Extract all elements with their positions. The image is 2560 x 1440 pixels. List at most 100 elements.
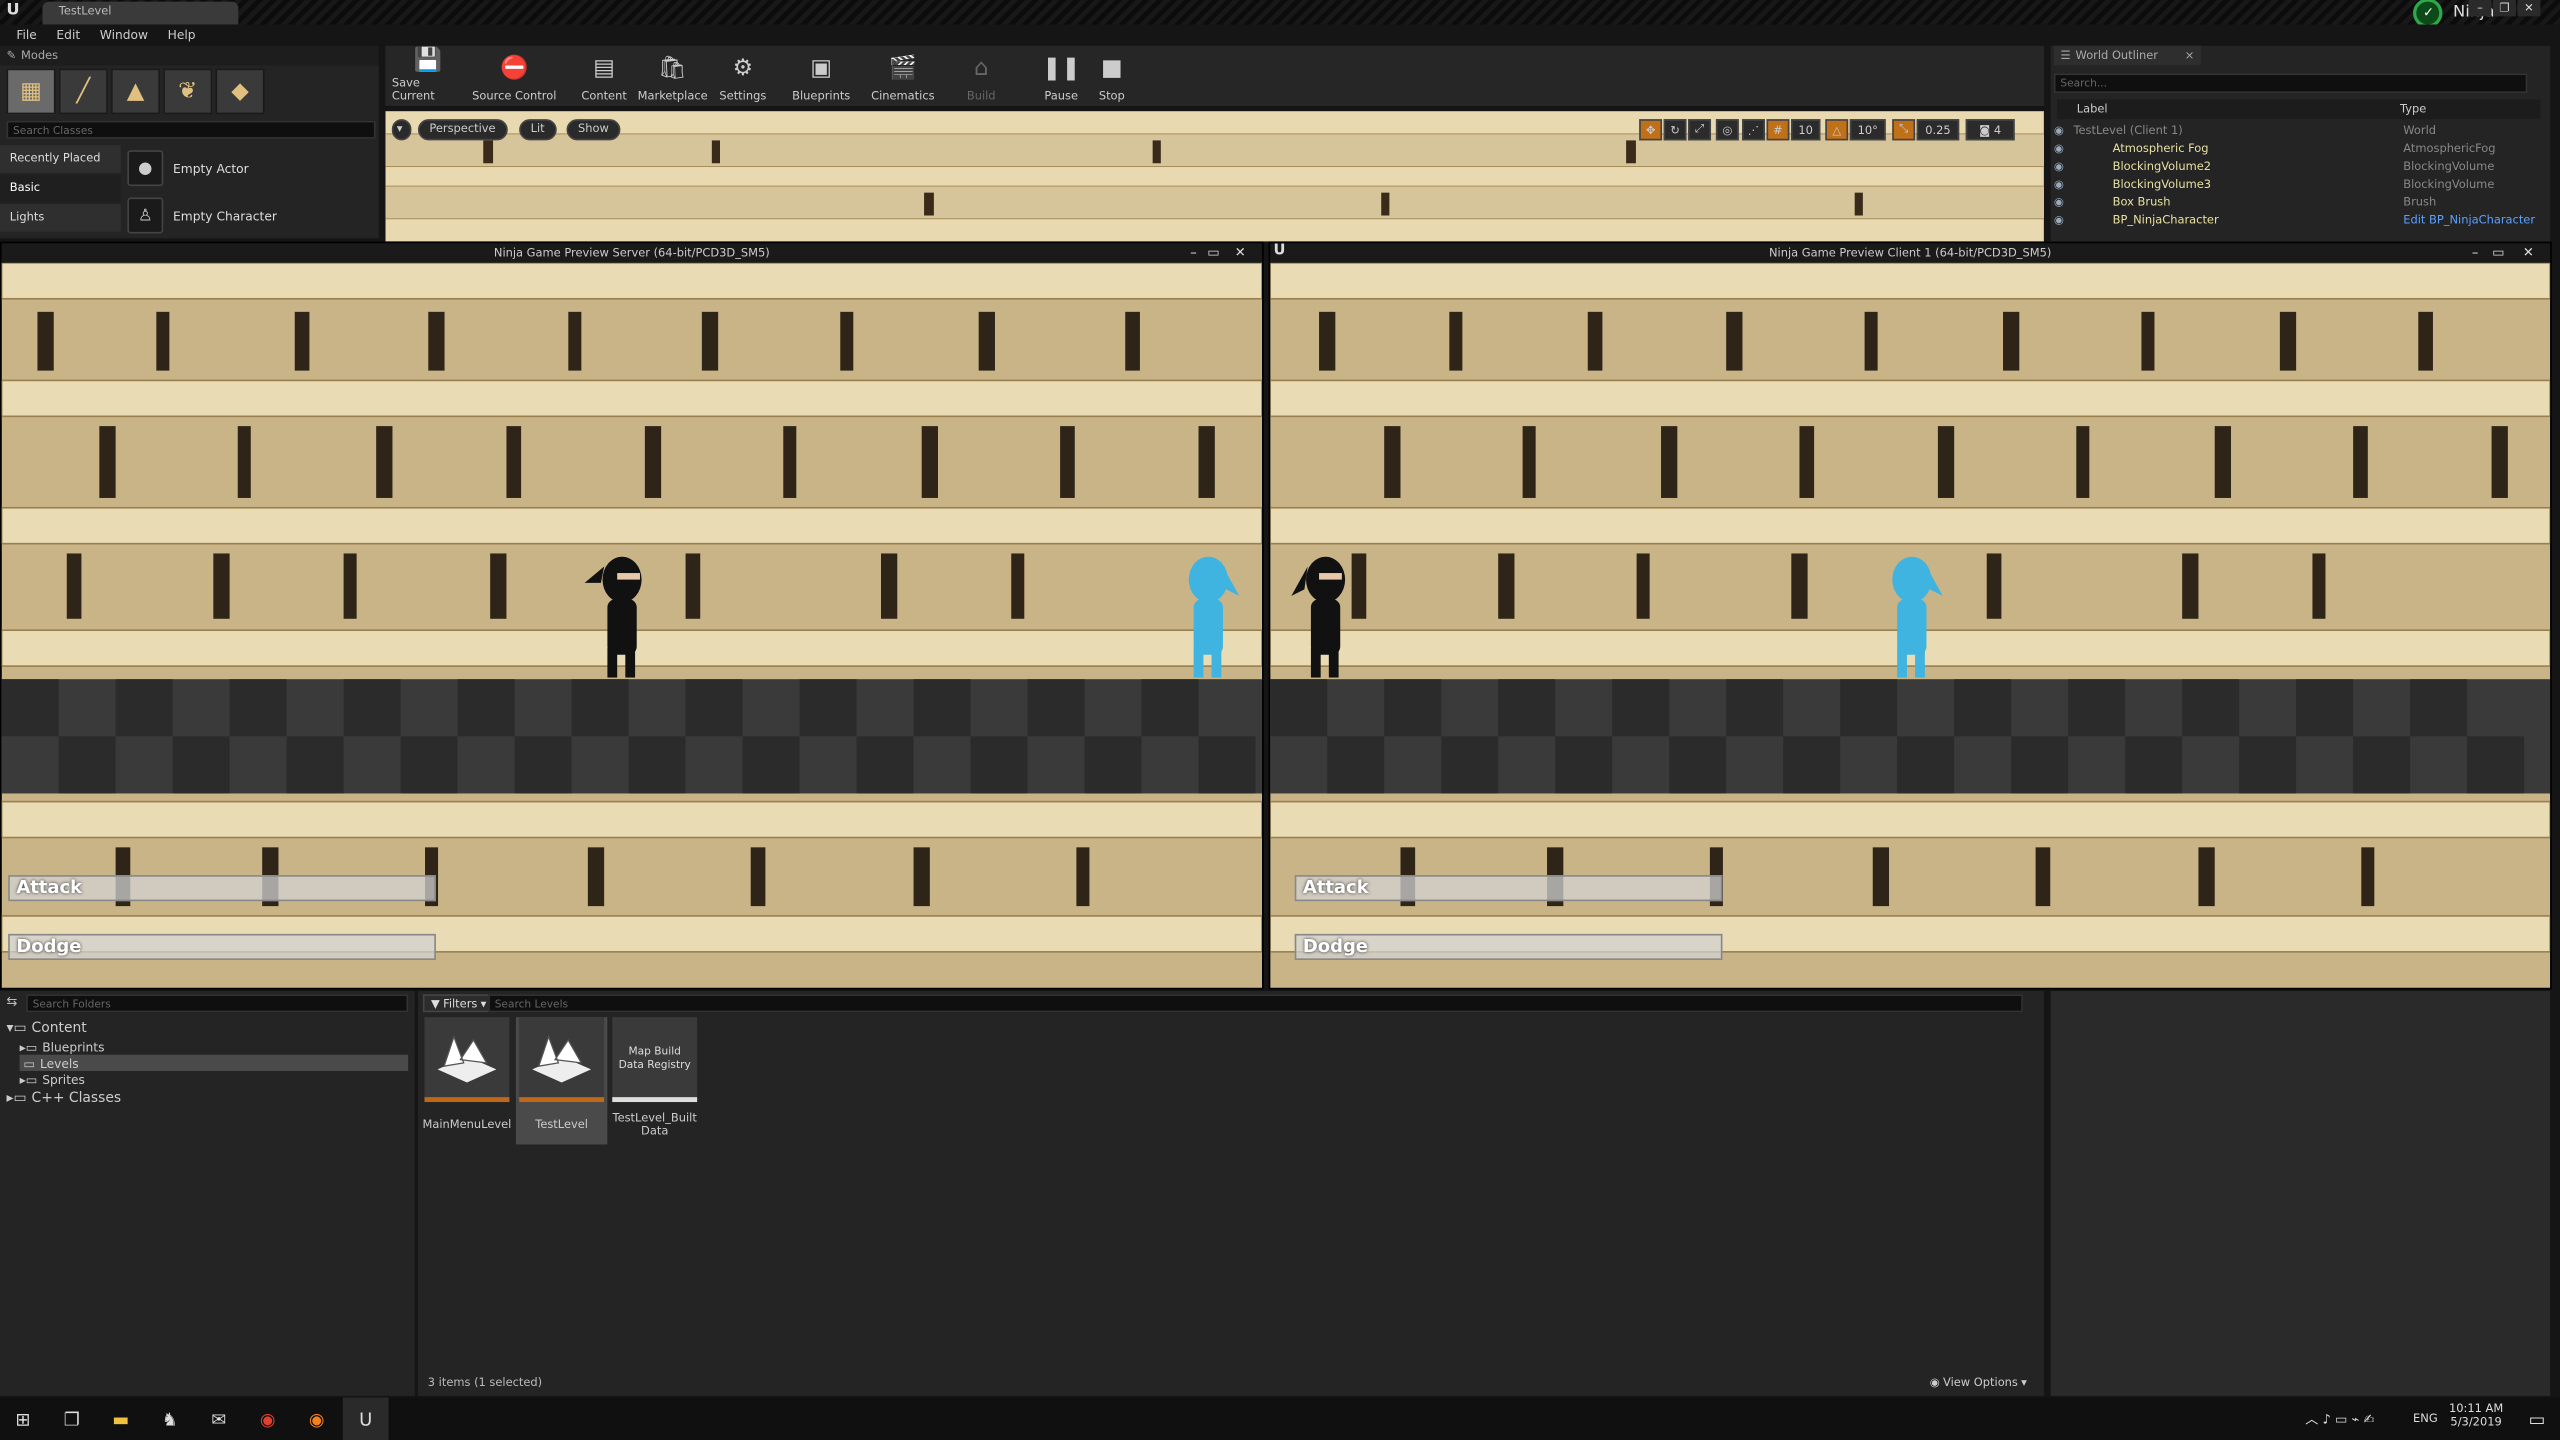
file-explorer-icon[interactable]: ▬ <box>98 1398 144 1440</box>
dodge-button[interactable]: Dodge <box>8 933 436 960</box>
translate-icon[interactable]: ✥ <box>1639 119 1663 141</box>
modes-tab[interactable]: ✎ Modes <box>0 45 379 66</box>
cinematics-button[interactable]: 🎬 Cinematics <box>870 47 935 106</box>
attack-button[interactable]: Attack <box>8 875 436 902</box>
eye-icon[interactable]: ◉ <box>2054 123 2074 136</box>
search-classes-input[interactable]: Search Classes <box>6 120 376 139</box>
notifications-icon[interactable]: ▭ <box>2514 1398 2560 1440</box>
grid-snap-value[interactable]: 10 <box>1791 119 1821 141</box>
col-label[interactable]: Label <box>2057 103 2400 116</box>
perspective-button[interactable]: Perspective <box>417 119 508 141</box>
landscape-mode-icon[interactable]: ▲ <box>111 68 160 115</box>
asset-test-level[interactable]: TestLevel <box>515 1017 608 1145</box>
rotation-snap-value[interactable]: 10° <box>1849 119 1886 141</box>
show-button[interactable]: Show <box>566 119 621 141</box>
menu-help[interactable]: Help <box>158 24 206 45</box>
close-tab-icon[interactable]: × <box>2185 49 2195 62</box>
placed-item-empty-character[interactable]: ♙ Empty Character <box>124 194 379 236</box>
lit-button[interactable]: Lit <box>519 119 557 141</box>
maximize-icon[interactable]: ▭ <box>1207 245 1219 261</box>
tree-item-levels[interactable]: ▭ Levels <box>19 1054 409 1072</box>
outliner-row[interactable]: ◉ BlockingVolume3 BlockingVolume <box>2054 175 2541 193</box>
category-lights[interactable]: Lights <box>0 204 121 232</box>
dodge-button[interactable]: Dodge <box>1294 933 1723 960</box>
save-current-button[interactable]: 💾 Save Current <box>392 47 464 106</box>
clock[interactable]: 10:11 AM 5/3/2019 <box>2449 1402 2503 1428</box>
blueprints-button[interactable]: ▣ Blueprints <box>790 47 852 106</box>
scale-snap-icon[interactable]: ⤡ <box>1892 119 1916 141</box>
server-preview-window[interactable]: Ninja Game Preview Server (64-bit/PCD3D_… <box>0 241 1264 990</box>
outliner-row[interactable]: ◉ Box Brush Brush <box>2054 193 2541 211</box>
paint-mode-icon[interactable]: ╱ <box>58 68 108 115</box>
menu-file[interactable]: File <box>7 24 47 45</box>
tree-item-blueprints[interactable]: ▸▭ Blueprints <box>20 1038 105 1054</box>
close-icon[interactable]: ✕ <box>1235 245 1246 261</box>
geometry-mode-icon[interactable]: ◆ <box>215 68 265 115</box>
eye-icon[interactable]: ◉ <box>2054 177 2074 190</box>
unreal-editor-icon[interactable]: U <box>342 1397 389 1440</box>
chrome-icon[interactable]: ◉ <box>245 1398 291 1440</box>
eye-icon[interactable]: ◉ <box>2054 195 2074 208</box>
tree-item-cpp-classes[interactable]: ▸▭ C++ Classes <box>7 1091 122 1107</box>
world-outliner-tab[interactable]: ☰ World Outliner × <box>2053 45 2201 66</box>
language-indicator[interactable]: ENG <box>2413 1412 2438 1425</box>
menu-edit[interactable]: Edit <box>47 24 90 45</box>
grid-snap-icon[interactable]: # <box>1766 119 1790 141</box>
outliner-row[interactable]: ◉ BlockingVolume2 BlockingVolume <box>2054 157 2541 175</box>
stop-button[interactable]: ■ Stop <box>1092 47 1131 106</box>
outliner-row[interactable]: ◉ Atmospheric Fog AtmosphericFog <box>2054 139 2541 157</box>
tree-item-sprites[interactable]: ▸▭ Sprites <box>20 1071 85 1087</box>
build-button[interactable]: ⌂ Build <box>960 47 1002 106</box>
mail-icon[interactable]: ✉ <box>196 1398 242 1440</box>
place-mode-icon[interactable]: ▦ <box>6 68 56 115</box>
outliner-row[interactable]: ◉ BP_NinjaCharacter Edit BP_NinjaCharacter <box>2054 211 2541 229</box>
search-levels-input[interactable]: Search Levels <box>488 994 2023 1013</box>
client-preview-window[interactable]: Ninja Game Preview Client 1 (64-bit/PCD3… <box>1268 241 2552 990</box>
eye-icon[interactable]: ◉ <box>2054 141 2074 154</box>
menu-window[interactable]: Window <box>90 24 158 45</box>
search-folders-input[interactable]: Search Folders <box>26 994 409 1013</box>
outliner-row[interactable]: ◉ TestLevel (Client 1) World <box>2054 121 2541 139</box>
attack-button[interactable]: Attack <box>1294 875 1723 902</box>
world-icon[interactable]: ◎ <box>1715 119 1739 141</box>
eye-icon[interactable]: ◉ <box>2054 213 2074 226</box>
close-icon[interactable]: ✕ <box>2523 245 2534 261</box>
category-basic[interactable]: Basic <box>0 174 121 203</box>
placed-item-empty-actor[interactable]: ● Empty Actor <box>124 147 379 189</box>
camera-speed-button[interactable]: ◙ 4 <box>1965 119 2015 141</box>
rotation-snap-icon[interactable]: △ <box>1825 119 1849 141</box>
marketplace-button[interactable]: 🛍 Marketplace <box>637 47 709 106</box>
surface-snap-icon[interactable]: ⋰ <box>1742 119 1765 141</box>
viewport-options-button[interactable]: ▾ <box>391 119 412 141</box>
view-options-button[interactable]: ◉ View Options ▾ <box>1930 1376 2027 1389</box>
document-tab[interactable]: TestLevel <box>42 1 239 25</box>
tree-item-content[interactable]: ▾▭ Content <box>7 1020 87 1036</box>
settings-button[interactable]: ⚙ Settings <box>717 47 769 106</box>
app-icon[interactable]: ♞ <box>147 1398 193 1440</box>
outliner-search-input[interactable]: Search... <box>2053 73 2528 94</box>
asset-test-level-built-data[interactable]: Map Build Data Registry TestLevel_BuiltD… <box>609 1017 700 1144</box>
maximize-icon[interactable]: ▭ <box>2492 245 2504 261</box>
firefox-icon[interactable]: ◉ <box>294 1398 340 1440</box>
col-type[interactable]: Type <box>2400 103 2426 116</box>
maximize-button[interactable]: ❐ <box>2493 0 2516 17</box>
scale-snap-value[interactable]: 0.25 <box>1916 119 1960 141</box>
rotate-icon[interactable]: ↻ <box>1663 119 1687 141</box>
foliage-mode-icon[interactable]: ❦ <box>163 68 213 115</box>
edit-blueprint-link[interactable]: Edit BP_NinjaCharacter <box>2403 213 2540 226</box>
category-recently-placed[interactable]: Recently Placed <box>0 145 121 174</box>
minimize-icon[interactable]: – <box>2472 245 2479 261</box>
task-view-icon[interactable]: ❐ <box>49 1398 95 1440</box>
source-control-button[interactable]: ⛔ Source Control <box>472 47 557 106</box>
minimize-icon[interactable]: – <box>1190 245 1197 261</box>
sources-toggle-icon[interactable]: ⇆ <box>7 994 18 1009</box>
eye-icon[interactable]: ◉ <box>2054 159 2074 172</box>
close-button[interactable]: ✕ <box>2517 0 2541 17</box>
asset-main-menu-level[interactable]: MainMenuLevel <box>421 1017 512 1144</box>
content-button[interactable]: ▤ Content <box>578 47 630 106</box>
filters-button[interactable]: ▼ Filters ▾ <box>422 994 495 1013</box>
pause-button[interactable]: ❚❚ Pause <box>1040 47 1082 106</box>
minimize-button[interactable]: – <box>2468 0 2492 17</box>
windows-start-icon[interactable]: ⊞ <box>0 1398 46 1440</box>
scale-icon[interactable]: ⤢ <box>1688 119 1712 141</box>
